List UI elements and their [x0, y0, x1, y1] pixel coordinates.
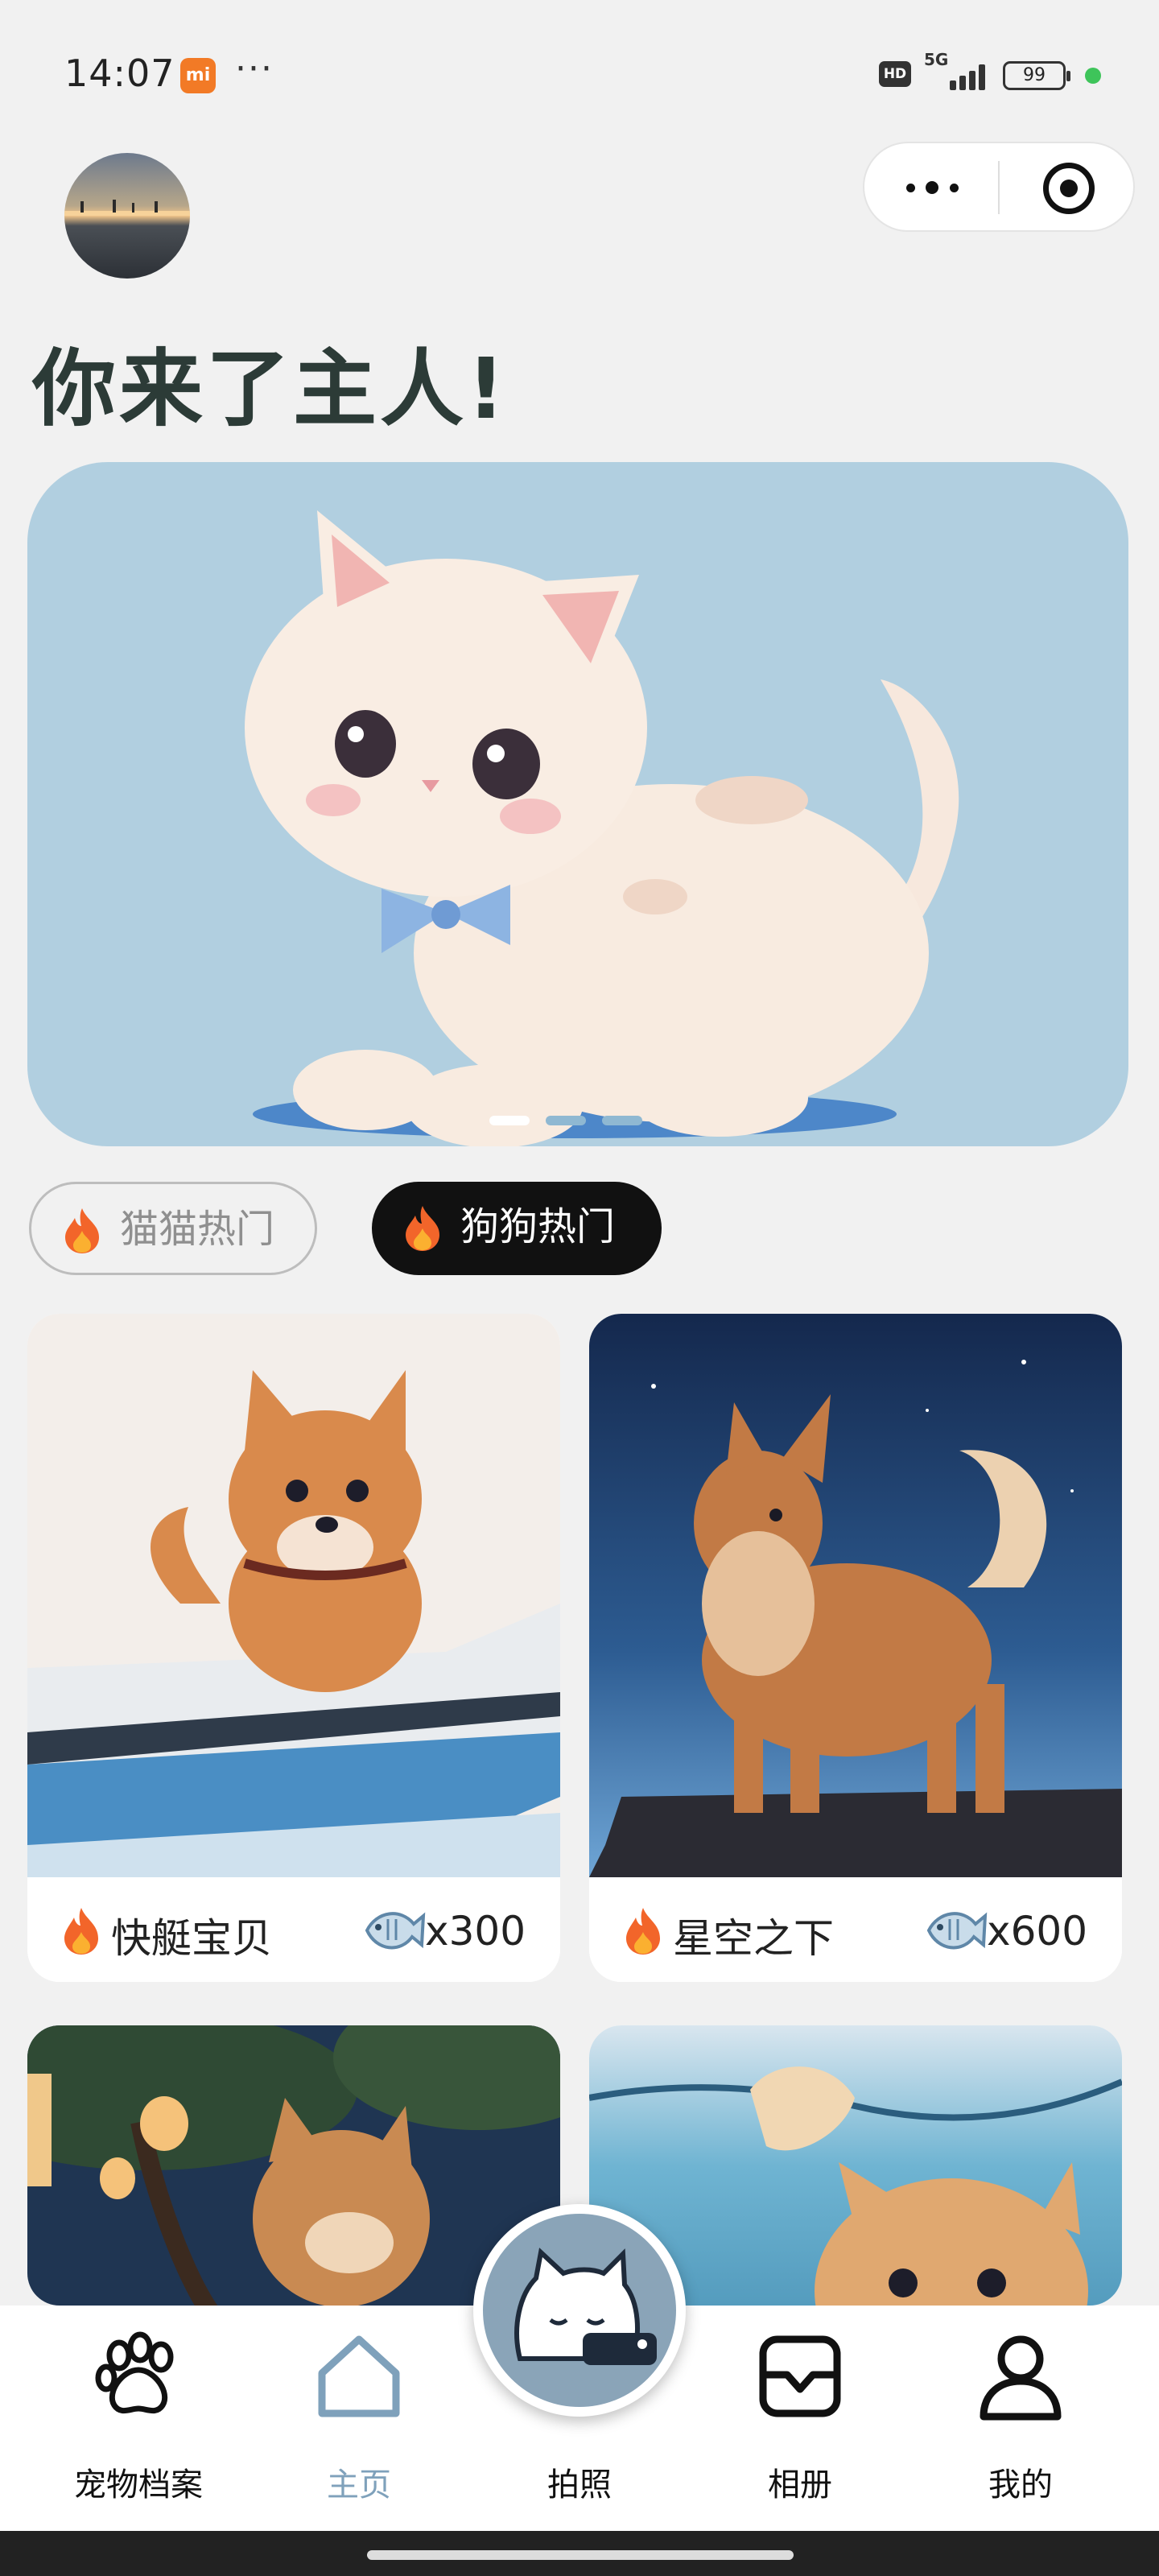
nav-profile[interactable]: 我的	[940, 2306, 1101, 2531]
nav-album[interactable]: 相册	[720, 2306, 881, 2531]
tab-cat-hot[interactable]: 猫猫热门	[29, 1182, 317, 1275]
hd-icon: HD	[879, 61, 911, 87]
profile-icon	[980, 2335, 1062, 2421]
system-home-bar	[0, 2531, 1159, 2576]
nav-pet-profile[interactable]: 宠物档案	[58, 2306, 219, 2531]
status-time: 14:07	[64, 52, 175, 95]
tab-dog-hot[interactable]: 狗狗热门	[372, 1182, 662, 1275]
banner-carousel[interactable]	[27, 462, 1128, 1146]
card-title: 快艇宝贝	[111, 1915, 272, 1962]
more-notifications-icon: ···	[235, 48, 274, 89]
nav-profile-label: 我的	[988, 2467, 1053, 2504]
more-icon[interactable]	[897, 167, 969, 208]
nav-home-label: 主页	[327, 2467, 391, 2504]
fire-icon	[64, 1908, 98, 1955]
close-target-icon[interactable]	[1043, 163, 1095, 214]
tab-dog-hot-label: 狗狗热门	[460, 1204, 616, 1249]
card-image-dog-lanterns	[27, 2025, 560, 2306]
nav-home[interactable]: 主页	[278, 2306, 439, 2531]
nav-album-label: 相册	[768, 2467, 832, 2504]
card-footer: 快艇宝贝 x300	[27, 1877, 560, 1982]
avatar[interactable]	[64, 153, 190, 279]
privacy-indicator-icon	[1085, 68, 1101, 84]
camera-button[interactable]	[473, 2204, 686, 2417]
card-under-the-stars[interactable]: 星空之下 x600	[589, 1314, 1122, 1982]
paw-icon	[95, 2331, 174, 2414]
mini-program-capsule	[863, 142, 1135, 232]
capsule-divider	[998, 161, 1000, 214]
home-icon	[318, 2335, 400, 2417]
card-price: x600	[987, 1908, 1088, 1955]
card-image-dog-on-boat	[27, 1314, 560, 1877]
page: 14:07 mi ··· HD 5G 99 你来了主人! 猫猫热门 狗狗热门 快…	[0, 0, 1159, 2576]
battery-icon: 99	[1003, 61, 1070, 90]
signal-icon	[926, 58, 990, 90]
banner-cat-illustration	[245, 510, 959, 1146]
nav-pet-profile-label: 宠物档案	[74, 2467, 203, 2504]
fire-icon	[406, 1206, 439, 1251]
card-title: 星空之下	[673, 1915, 834, 1962]
card-speedboat-baby[interactable]: 快艇宝贝 x300	[27, 1314, 560, 1982]
camera-cat-icon	[514, 2248, 657, 2365]
status-bar: 14:07 mi ··· HD 5G 99	[0, 0, 1159, 145]
card-image-dog-starry-night	[589, 1314, 1122, 1877]
page-title: 你来了主人!	[32, 340, 509, 438]
tab-cat-hot-label: 猫猫热门	[120, 1207, 275, 1252]
fish-icon	[926, 1912, 988, 1950]
avatar-sunset-image	[64, 200, 190, 216]
fish-icon	[365, 1912, 426, 1950]
card-lantern-night[interactable]	[27, 2025, 560, 2306]
card-footer: 星空之下 x600	[589, 1877, 1122, 1982]
home-indicator[interactable]	[367, 2550, 794, 2560]
album-icon	[759, 2335, 841, 2417]
mi-badge-icon: mi	[180, 58, 216, 93]
fire-icon	[65, 1208, 99, 1253]
card-price: x300	[425, 1908, 526, 1955]
fire-icon	[626, 1908, 660, 1955]
nav-camera-label: 拍照	[547, 2467, 612, 2504]
